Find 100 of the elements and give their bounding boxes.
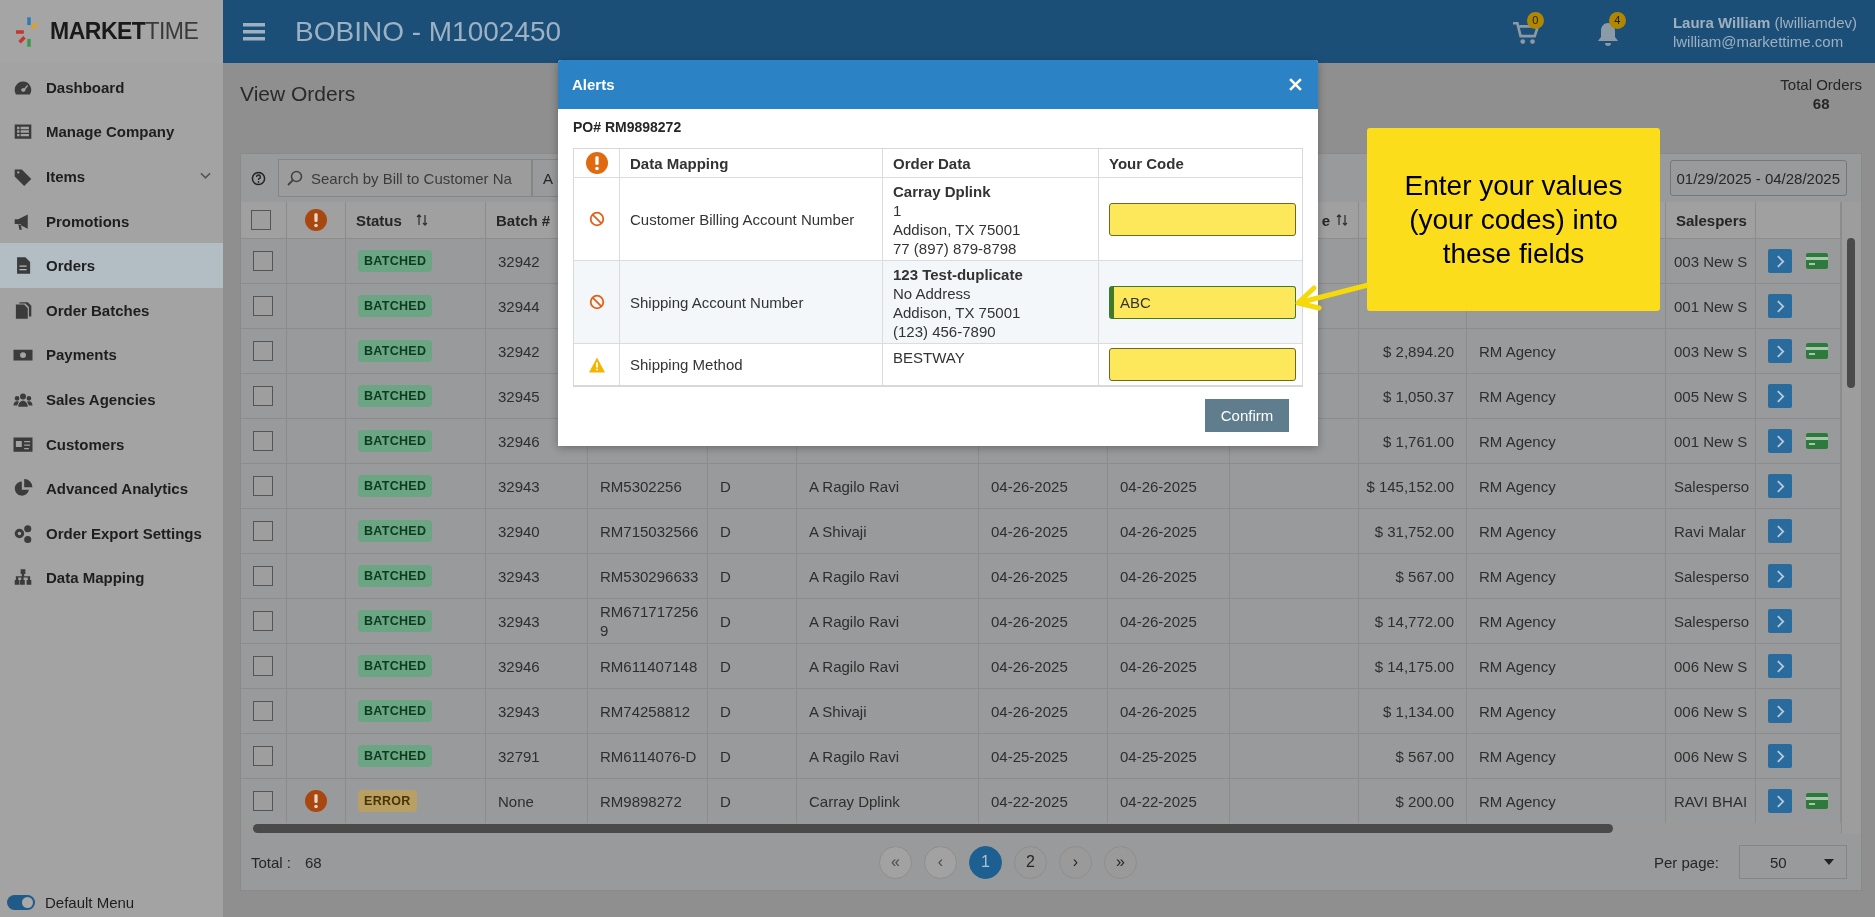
customer-name: A Ragilo Ravi <box>809 567 900 585</box>
sidebar-item[interactable]: Data Mapping <box>0 555 223 601</box>
row-checkbox[interactable] <box>253 476 273 496</box>
row-checkbox[interactable] <box>253 251 273 271</box>
sidebar-item[interactable]: Order Export Settings <box>0 510 223 556</box>
confirm-button[interactable]: Confirm <box>1205 399 1289 432</box>
order-amount: $ 200.00 <box>1395 792 1454 810</box>
row-checkbox[interactable] <box>253 701 273 721</box>
per-page-select[interactable]: 50 <box>1739 845 1847 879</box>
user-email: lwilliam@markettime.com <box>1672 31 1845 51</box>
sort-icon[interactable] <box>415 214 428 226</box>
open-order-button[interactable] <box>1768 789 1792 813</box>
vertical-scrollbar[interactable] <box>1841 202 1861 834</box>
batch-number: 32946 <box>498 432 540 450</box>
open-order-button[interactable] <box>1768 249 1792 273</box>
code-input-field[interactable]: ABC <box>1109 285 1296 319</box>
row-checkbox[interactable] <box>253 791 273 811</box>
batch-number: 32943 <box>498 612 540 630</box>
po-number: RM6717172569 <box>600 602 699 640</box>
column-header[interactable]: e <box>1321 211 1330 229</box>
order-date: 04-26-2025 <box>991 612 1068 630</box>
sidebar-item[interactable]: Customers <box>0 421 223 467</box>
search-field[interactable]: Search by Bill to Customer Na <box>278 159 532 197</box>
open-order-button[interactable] <box>1768 564 1792 588</box>
open-order-button[interactable] <box>1768 384 1792 408</box>
order-customer-name: 123 Test-duplicate <box>893 265 1023 284</box>
sidebar-item[interactable]: Manage Company <box>0 109 223 155</box>
date-range-field[interactable]: 01/29/2025 - 04/28/2025 <box>1669 160 1847 196</box>
credit-card-icon[interactable] <box>1806 793 1828 809</box>
ship-date: 04-26-2025 <box>1120 612 1197 630</box>
customer-name: A Ragilo Ravi <box>809 612 900 630</box>
caret-icon <box>1824 859 1834 865</box>
pie-chart-icon <box>13 479 33 499</box>
salesperson-name: 006 New S <box>1674 747 1748 765</box>
row-checkbox[interactable] <box>253 431 273 451</box>
row-checkbox[interactable] <box>253 566 273 586</box>
code-input-field[interactable] <box>1109 348 1296 381</box>
sidebar-item[interactable]: Advanced Analytics <box>0 466 223 511</box>
code-input-field[interactable] <box>1109 202 1296 236</box>
sidebar-item[interactable]: Sales Agencies <box>0 377 223 422</box>
po-number: RM715032566 <box>600 521 699 541</box>
menu-icon[interactable] <box>243 22 265 41</box>
open-order-button[interactable] <box>1768 339 1792 363</box>
open-order-button[interactable] <box>1768 609 1792 633</box>
chevron-right-icon <box>1775 794 1785 808</box>
column-header: Order Data <box>893 154 971 172</box>
open-order-button[interactable] <box>1768 429 1792 453</box>
po-number: RM74258812 <box>600 701 691 721</box>
customer-name: A Ragilo Ravi <box>809 477 900 495</box>
default-menu-toggle[interactable] <box>7 895 35 910</box>
sidebar-item[interactable]: Order Batches <box>0 287 223 333</box>
alert-icon <box>305 209 327 231</box>
row-checkbox[interactable] <box>253 296 273 316</box>
open-order-button[interactable] <box>1768 474 1792 498</box>
row-checkbox[interactable] <box>253 611 273 631</box>
help-icon[interactable] <box>251 170 266 186</box>
open-order-button[interactable] <box>1768 294 1792 318</box>
toggle-label: Default Menu <box>45 894 135 911</box>
open-order-button[interactable] <box>1768 654 1792 678</box>
order-amount: $ 14,175.00 <box>1374 657 1454 675</box>
ship-date: 04-26-2025 <box>1120 477 1197 495</box>
credit-card-icon[interactable] <box>1806 253 1828 269</box>
page-button[interactable]: › <box>1058 845 1092 879</box>
sort-icon[interactable] <box>1336 214 1348 226</box>
batch-number: 32944 <box>498 297 540 315</box>
open-order-button[interactable] <box>1768 519 1792 543</box>
po-number: RM530296633 <box>600 566 699 586</box>
batch-number: 32791 <box>498 747 540 765</box>
order-date: 04-26-2025 <box>991 477 1068 495</box>
page-button[interactable]: 2 <box>1013 845 1047 879</box>
row-checkbox[interactable] <box>253 386 273 406</box>
callout-text: Enter your values (your codes) into these fields <box>1403 168 1624 271</box>
sidebar-item[interactable]: Items <box>0 154 223 199</box>
open-order-button[interactable] <box>1768 699 1792 723</box>
chevron-right-icon <box>1775 614 1785 628</box>
sidebar-item[interactable]: Dashboard <box>0 65 223 110</box>
row-checkbox[interactable] <box>253 341 273 361</box>
sidebar-item[interactable]: Orders <box>0 243 223 288</box>
open-order-button[interactable] <box>1768 744 1792 768</box>
salesperson-name: 001 New S <box>1674 432 1748 450</box>
mapping-name: Shipping Method <box>630 356 743 373</box>
select-all-checkbox[interactable] <box>251 210 271 230</box>
chevron-right-icon <box>1775 344 1785 358</box>
credit-card-icon[interactable] <box>1806 433 1828 449</box>
column-header[interactable]: Status <box>356 211 402 229</box>
agency-name: RM Agency <box>1479 342 1556 360</box>
close-icon[interactable] <box>1289 78 1302 91</box>
page-button[interactable]: » <box>1103 845 1137 879</box>
row-checkbox[interactable] <box>253 521 273 541</box>
column-header[interactable]: Batch # <box>496 211 551 229</box>
credit-card-icon[interactable] <box>1806 343 1828 359</box>
sidebar-item[interactable]: Promotions <box>0 198 223 244</box>
batch-number: 32946 <box>498 657 540 675</box>
customer-name: A Ragilo Ravi <box>809 747 900 765</box>
row-checkbox[interactable] <box>253 656 273 676</box>
cart-count-badge: 0 <box>1526 11 1544 29</box>
row-checkbox[interactable] <box>253 746 273 766</box>
column-header[interactable]: Salespers <box>1676 211 1747 229</box>
page-button[interactable]: 1 <box>968 845 1002 879</box>
sidebar-item[interactable]: Payments <box>0 332 223 378</box>
